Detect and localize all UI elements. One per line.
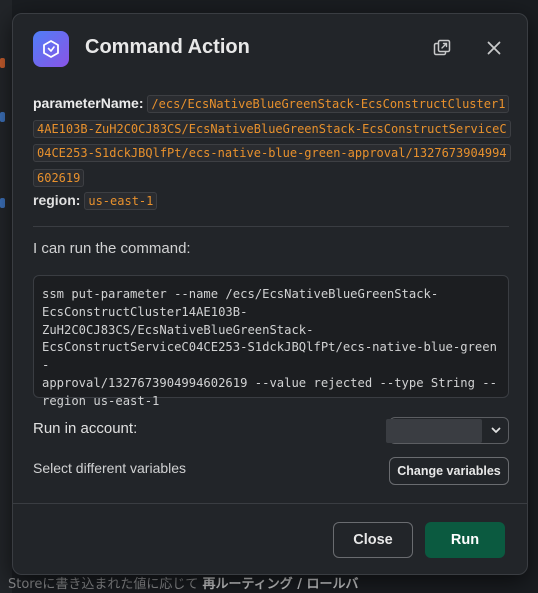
parameter-name-label: parameterName — [33, 95, 139, 111]
intro-text: I can run the command: — [33, 240, 191, 257]
select-variables-label: Select different variables — [33, 460, 187, 476]
background-text: Storeに書き込まれた値に応じて — [8, 577, 199, 592]
redacted-account — [386, 419, 482, 443]
close-icon — [487, 41, 501, 55]
chevron-down-icon — [491, 427, 501, 433]
modal-title: Command Action — [85, 36, 250, 58]
background-bold-text: 再ルーティング / ロールバ — [202, 577, 359, 592]
account-select[interactable] — [386, 417, 509, 444]
open-in-window-button[interactable] — [428, 34, 456, 62]
background-mark — [0, 112, 5, 122]
background-message: Storeに書き込まれた値に応じて 再ルーティング / ロールバ — [8, 573, 359, 592]
run-button[interactable]: Run — [425, 522, 505, 558]
run-in-account-label: Run in account: — [33, 420, 138, 437]
parameter-section: parameterName: /ecs/EcsNativeBlueGreenSt… — [33, 92, 511, 190]
close-modal-button[interactable] — [480, 34, 508, 62]
section-divider — [33, 226, 509, 227]
command-action-modal: Command Action parameterName: /ecs/EcsNa… — [12, 13, 528, 575]
change-variables-button[interactable]: Change variables — [389, 457, 509, 485]
parameter-name-row: parameterName: /ecs/EcsNativeBlueGreenSt… — [33, 92, 511, 190]
region-label: region — [33, 192, 76, 208]
background-mark — [0, 58, 5, 68]
region-row: region: us-east-1 — [33, 192, 158, 210]
command-code-block: ssm put-parameter --name /ecs/EcsNativeB… — [33, 275, 509, 408]
open-in-window-icon — [433, 39, 451, 56]
close-button[interactable]: Close — [333, 522, 413, 558]
footer-divider — [13, 503, 527, 504]
modal-header: Command Action — [13, 14, 527, 82]
background-mark — [0, 198, 5, 208]
workflow-logo-icon — [33, 31, 69, 67]
region-value: us-east-1 — [84, 192, 158, 210]
background-sidebar — [0, 0, 12, 593]
